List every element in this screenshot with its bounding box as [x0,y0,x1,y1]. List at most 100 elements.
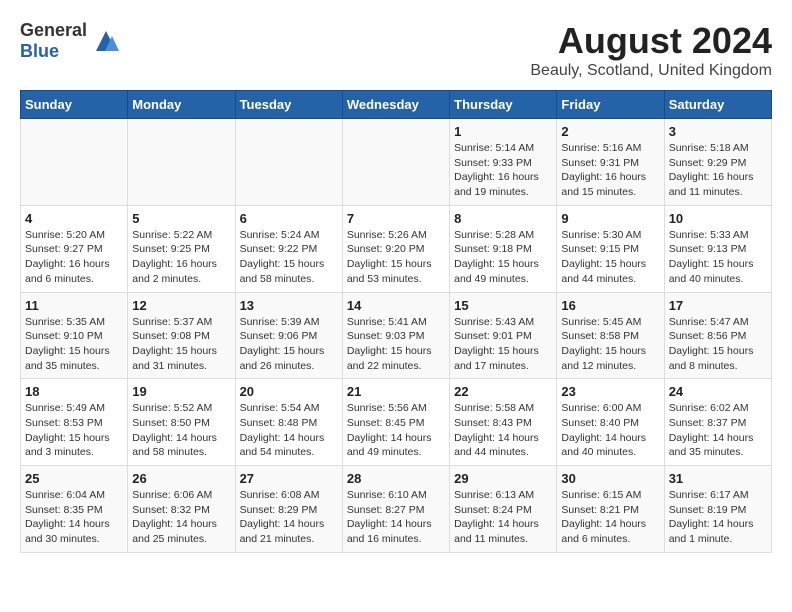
day-number: 29 [454,471,552,486]
day-number: 31 [669,471,767,486]
calendar-week-2: 4 Sunrise: 5:20 AM Sunset: 9:27 PM Daylig… [21,205,772,292]
day-number: 20 [240,384,338,399]
title-area: August 2024 Beauly, Scotland, United Kin… [530,20,772,80]
main-title: August 2024 [530,20,772,62]
day-info: Sunrise: 6:13 AM Sunset: 8:24 PM Dayligh… [454,489,539,545]
col-wednesday: Wednesday [342,91,449,119]
calendar-cell: 6 Sunrise: 5:24 AM Sunset: 9:22 PM Daylig… [235,205,342,292]
calendar-cell: 19 Sunrise: 5:52 AM Sunset: 8:50 PM Dayli… [128,379,235,466]
col-saturday: Saturday [664,91,771,119]
calendar-cell: 15Sunrise: 5:43 AM Sunset: 9:01 PM Dayli… [450,292,557,379]
calendar-cell: 21 Sunrise: 5:56 AM Sunset: 8:45 PM Dayli… [342,379,449,466]
day-number: 5 [132,211,230,226]
calendar-cell: 29 Sunrise: 6:13 AM Sunset: 8:24 PM Dayli… [450,466,557,553]
day-number: 24 [669,384,767,399]
calendar-cell: 22 Sunrise: 5:58 AM Sunset: 8:43 PM Dayli… [450,379,557,466]
day-info: Sunrise: 6:08 AM Sunset: 8:29 PM Dayligh… [240,489,325,545]
day-number: 15 [454,298,552,313]
day-info: Sunrise: 5:26 AM Sunset: 9:20 PM Dayligh… [347,229,432,285]
calendar-cell: 23Sunrise: 6:00 AM Sunset: 8:40 PM Dayli… [557,379,664,466]
day-number: 6 [240,211,338,226]
day-number: 3 [669,124,767,139]
calendar-cell: 13 Sunrise: 5:39 AM Sunset: 9:06 PM Dayli… [235,292,342,379]
day-number: 12 [132,298,230,313]
day-number: 9 [561,211,659,226]
day-info: Sunrise: 5:45 AM Sunset: 8:58 PM Dayligh… [561,316,646,372]
page-header: General Blue August 2024 Beauly, Scotlan… [20,20,772,80]
day-info: Sunrise: 5:37 AM Sunset: 9:08 PM Dayligh… [132,316,217,372]
col-friday: Friday [557,91,664,119]
day-number: 21 [347,384,445,399]
calendar-cell: 14Sunrise: 5:41 AM Sunset: 9:03 PM Dayli… [342,292,449,379]
day-info: Sunrise: 5:33 AM Sunset: 9:13 PM Dayligh… [669,229,754,285]
day-info: Sunrise: 6:10 AM Sunset: 8:27 PM Dayligh… [347,489,432,545]
day-number: 23 [561,384,659,399]
calendar-cell: 10 Sunrise: 5:33 AM Sunset: 9:13 PM Dayli… [664,205,771,292]
day-number: 10 [669,211,767,226]
header-row: Sunday Monday Tuesday Wednesday Thursday… [21,91,772,119]
day-number: 16 [561,298,659,313]
day-number: 11 [25,298,123,313]
calendar-table: Sunday Monday Tuesday Wednesday Thursday… [20,90,772,553]
day-number: 30 [561,471,659,486]
day-number: 14 [347,298,445,313]
calendar-cell: 12 Sunrise: 5:37 AM Sunset: 9:08 PM Dayli… [128,292,235,379]
calendar-cell: 30Sunrise: 6:15 AM Sunset: 8:21 PM Dayli… [557,466,664,553]
logo-general: General [20,20,87,40]
day-number: 1 [454,124,552,139]
calendar-cell: 28 Sunrise: 6:10 AM Sunset: 8:27 PM Dayli… [342,466,449,553]
logo: General Blue [20,20,121,62]
day-number: 25 [25,471,123,486]
calendar-cell [128,119,235,206]
day-info: Sunrise: 5:28 AM Sunset: 9:18 PM Dayligh… [454,229,539,285]
day-info: Sunrise: 5:14 AM Sunset: 9:33 PM Dayligh… [454,142,539,198]
col-sunday: Sunday [21,91,128,119]
day-number: 13 [240,298,338,313]
calendar-cell: 25Sunrise: 6:04 AM Sunset: 8:35 PM Dayli… [21,466,128,553]
day-info: Sunrise: 5:52 AM Sunset: 8:50 PM Dayligh… [132,402,217,458]
day-number: 2 [561,124,659,139]
col-thursday: Thursday [450,91,557,119]
calendar-cell: 2Sunrise: 5:16 AM Sunset: 9:31 PM Daylig… [557,119,664,206]
day-info: Sunrise: 6:06 AM Sunset: 8:32 PM Dayligh… [132,489,217,545]
calendar-cell: 20 Sunrise: 5:54 AM Sunset: 8:48 PM Dayli… [235,379,342,466]
calendar-cell: 7Sunrise: 5:26 AM Sunset: 9:20 PM Daylig… [342,205,449,292]
calendar-header: Sunday Monday Tuesday Wednesday Thursday… [21,91,772,119]
day-info: Sunrise: 5:20 AM Sunset: 9:27 PM Dayligh… [25,229,110,285]
col-monday: Monday [128,91,235,119]
calendar-week-4: 18 Sunrise: 5:49 AM Sunset: 8:53 PM Dayli… [21,379,772,466]
calendar-cell: 17Sunrise: 5:47 AM Sunset: 8:56 PM Dayli… [664,292,771,379]
day-number: 17 [669,298,767,313]
day-info: Sunrise: 5:30 AM Sunset: 9:15 PM Dayligh… [561,229,646,285]
day-info: Sunrise: 5:49 AM Sunset: 8:53 PM Dayligh… [25,402,110,458]
calendar-cell: 5 Sunrise: 5:22 AM Sunset: 9:25 PM Daylig… [128,205,235,292]
calendar-cell: 1 Sunrise: 5:14 AM Sunset: 9:33 PM Daylig… [450,119,557,206]
calendar-cell: 31Sunrise: 6:17 AM Sunset: 8:19 PM Dayli… [664,466,771,553]
col-tuesday: Tuesday [235,91,342,119]
subtitle: Beauly, Scotland, United Kingdom [530,62,772,80]
day-info: Sunrise: 6:02 AM Sunset: 8:37 PM Dayligh… [669,402,754,458]
day-number: 19 [132,384,230,399]
day-number: 28 [347,471,445,486]
logo-icon [91,26,121,56]
day-number: 4 [25,211,123,226]
day-number: 22 [454,384,552,399]
day-info: Sunrise: 5:18 AM Sunset: 9:29 PM Dayligh… [669,142,754,198]
day-info: Sunrise: 5:39 AM Sunset: 9:06 PM Dayligh… [240,316,325,372]
calendar-cell: 26Sunrise: 6:06 AM Sunset: 8:32 PM Dayli… [128,466,235,553]
day-info: Sunrise: 5:58 AM Sunset: 8:43 PM Dayligh… [454,402,539,458]
day-number: 27 [240,471,338,486]
calendar-cell: 9 Sunrise: 5:30 AM Sunset: 9:15 PM Daylig… [557,205,664,292]
calendar-cell: 24 Sunrise: 6:02 AM Sunset: 8:37 PM Dayli… [664,379,771,466]
day-info: Sunrise: 5:54 AM Sunset: 8:48 PM Dayligh… [240,402,325,458]
logo-blue: Blue [20,41,59,61]
day-info: Sunrise: 5:24 AM Sunset: 9:22 PM Dayligh… [240,229,325,285]
day-info: Sunrise: 5:35 AM Sunset: 9:10 PM Dayligh… [25,316,110,372]
calendar-body: 1 Sunrise: 5:14 AM Sunset: 9:33 PM Daylig… [21,119,772,553]
calendar-cell: 27 Sunrise: 6:08 AM Sunset: 8:29 PM Dayli… [235,466,342,553]
calendar-cell: 3 Sunrise: 5:18 AM Sunset: 9:29 PM Daylig… [664,119,771,206]
day-info: Sunrise: 5:56 AM Sunset: 8:45 PM Dayligh… [347,402,432,458]
calendar-cell [342,119,449,206]
day-info: Sunrise: 5:22 AM Sunset: 9:25 PM Dayligh… [132,229,217,285]
day-number: 18 [25,384,123,399]
